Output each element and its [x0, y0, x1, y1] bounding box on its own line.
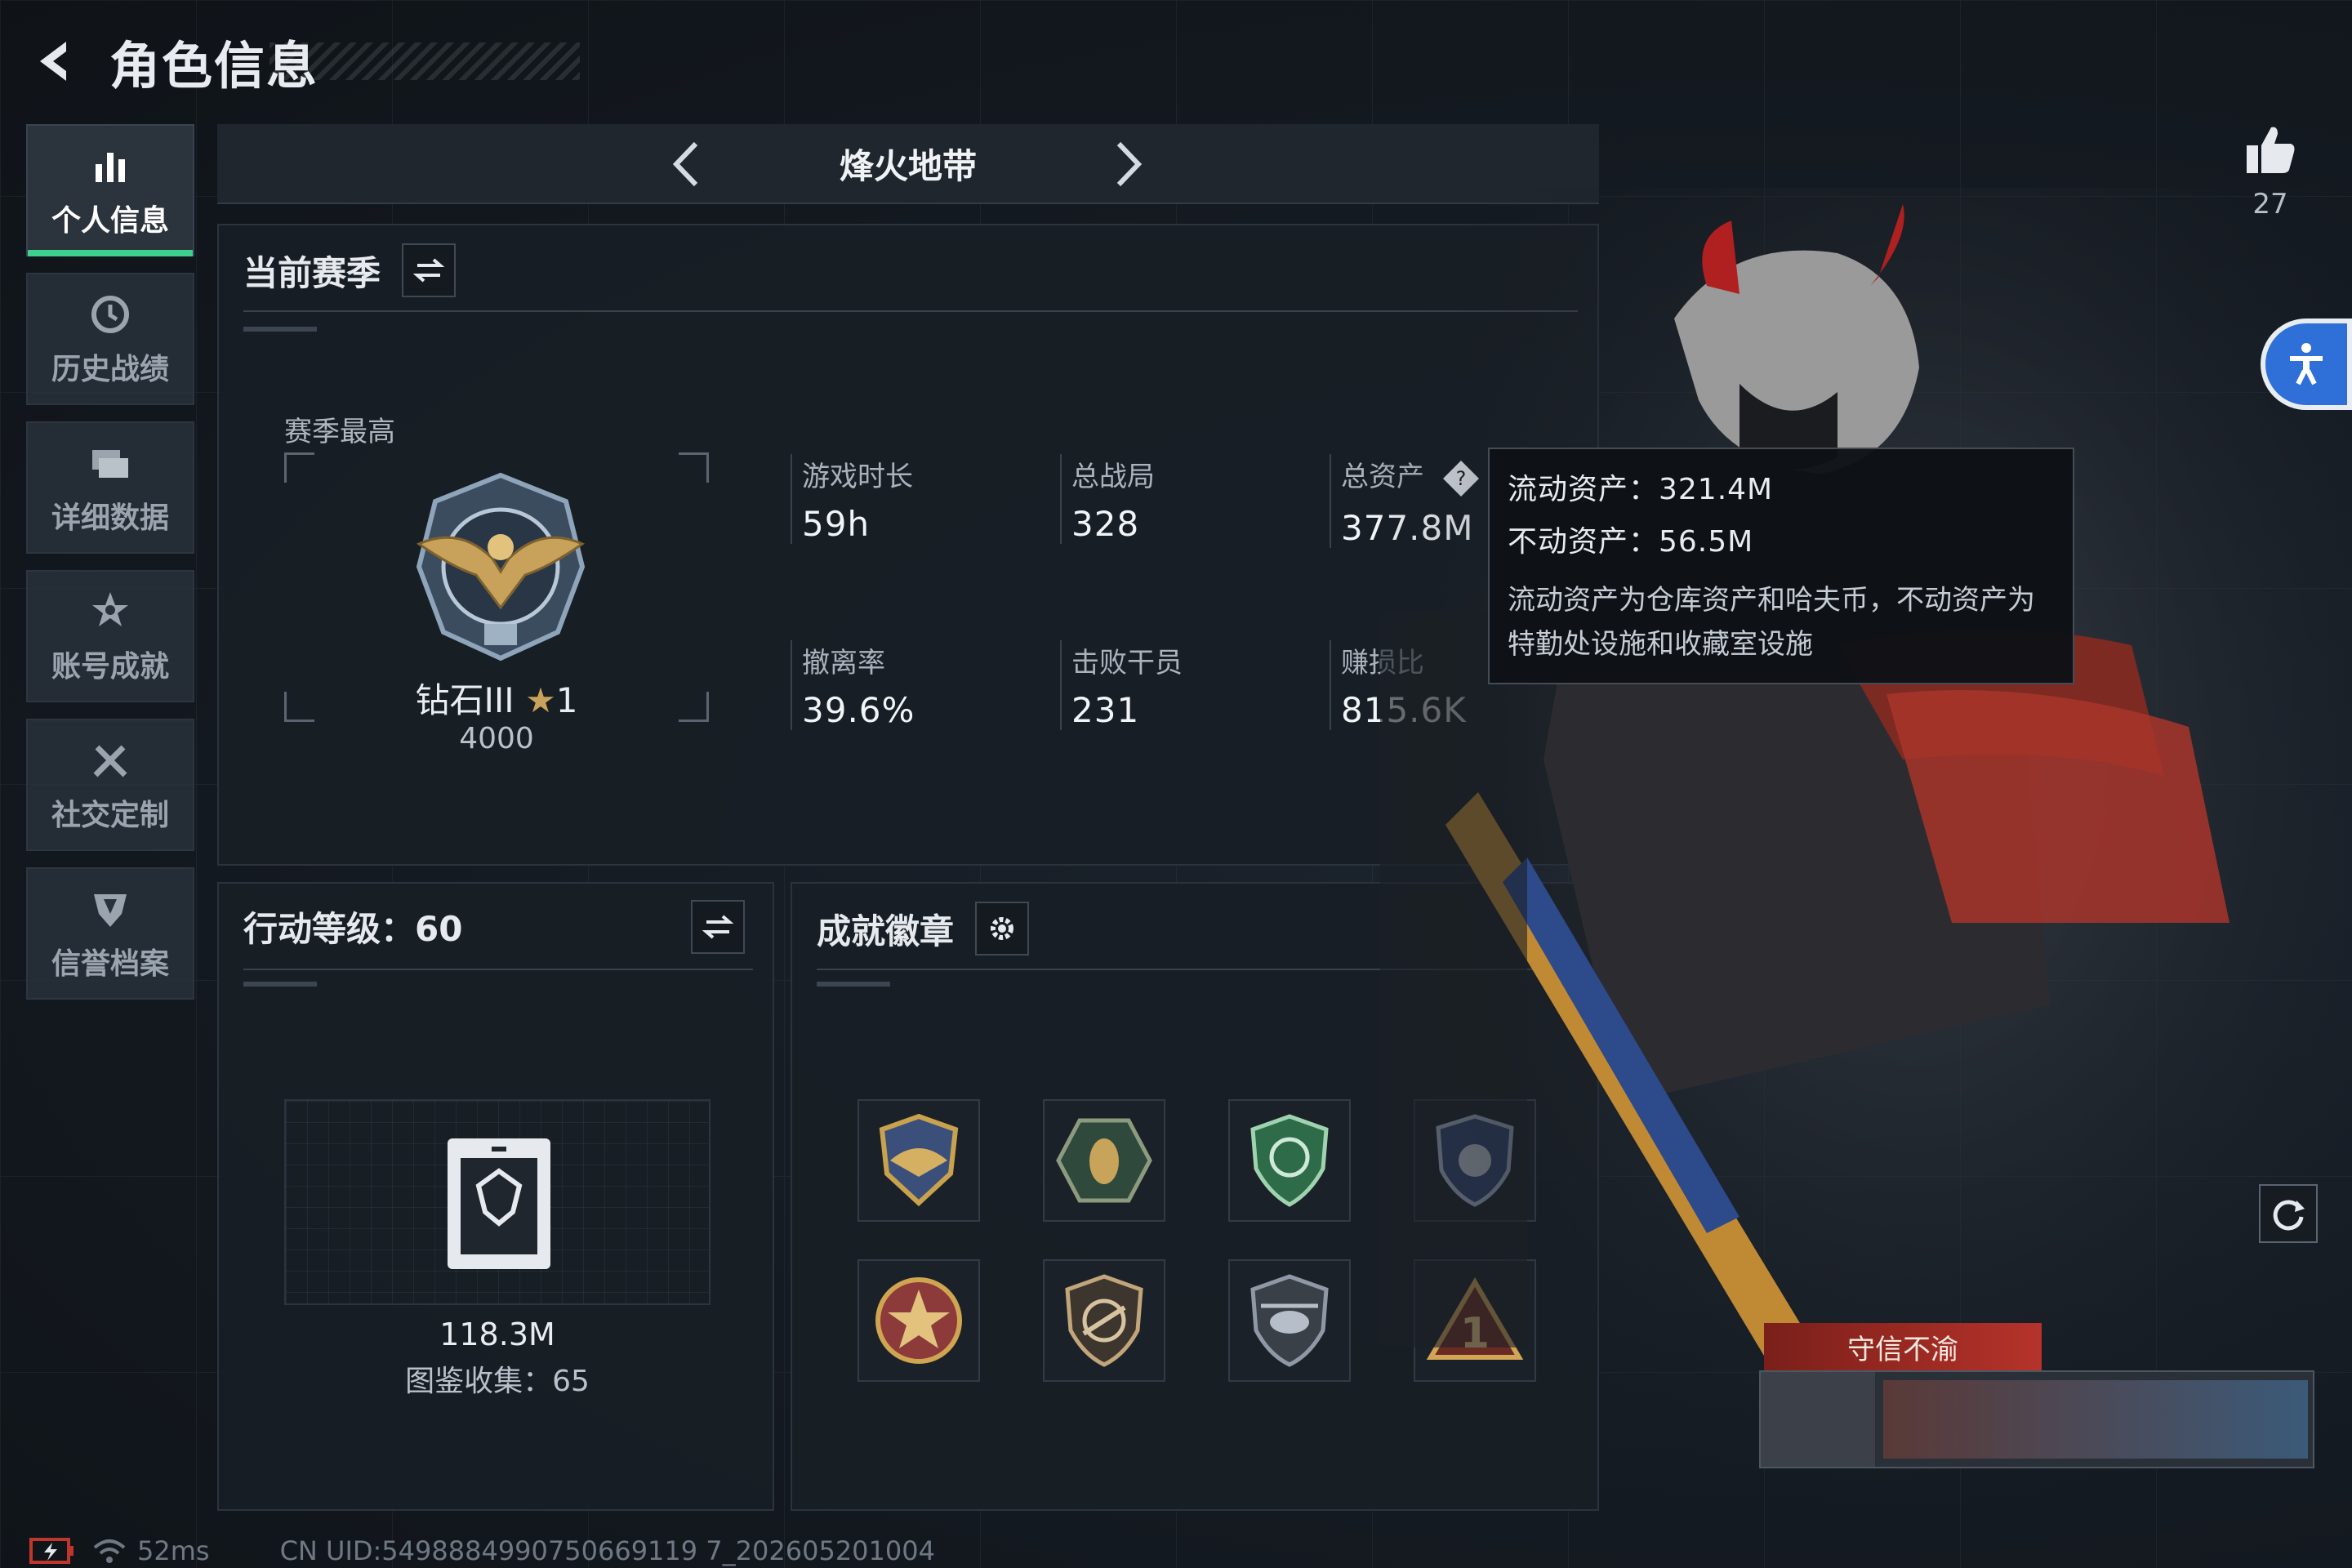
- collection-case-icon: [448, 1138, 550, 1269]
- sidebar-item-label: 个人信息: [51, 204, 169, 238]
- rank-stars: 1: [555, 680, 578, 720]
- rank-score: 4000: [459, 722, 534, 755]
- swap-icon: [412, 258, 445, 283]
- stat-value: 231: [1071, 690, 1140, 730]
- badge-slot[interactable]: [1043, 1259, 1165, 1382]
- action-switch-button[interactable]: [691, 900, 745, 954]
- rank-name-row: 钻石III ★1: [284, 673, 709, 723]
- badge-slot[interactable]: [1228, 1099, 1351, 1222]
- divider-tick: [243, 327, 317, 332]
- sidebar-nav: 个人信息 历史战绩 详细数据 账号成就 社交定制 信誉档案: [26, 124, 194, 1016]
- accessibility-icon: [2290, 343, 2323, 385]
- badge-slot[interactable]: [858, 1099, 980, 1222]
- stat-value: 59h: [802, 504, 871, 544]
- badge-slot[interactable]: [1228, 1259, 1351, 1382]
- card-banner: [1883, 1380, 2308, 1459]
- season-switch-button[interactable]: [402, 243, 457, 297]
- sidebar-item-detail-data[interactable]: 详细数据: [26, 421, 194, 554]
- sidebar-item-credit[interactable]: 信誉档案: [26, 867, 194, 1000]
- fixed-assets: 不动资产：56.5M: [1508, 525, 1754, 559]
- title-tag: 守信不渝: [1764, 1323, 2042, 1370]
- sidebar-item-social[interactable]: 社交定制: [26, 719, 194, 851]
- thumbs-up-icon: [2247, 127, 2295, 173]
- stat-label: 撤离率: [802, 647, 885, 679]
- season-title: 当前赛季: [243, 252, 381, 293]
- back-arrow-icon[interactable]: [24, 33, 82, 90]
- sidebar-item-history[interactable]: 历史战绩: [26, 273, 194, 405]
- wasp-badge-icon: [1056, 1118, 1152, 1203]
- stat-total-matches: 总战局 328: [1060, 454, 1155, 544]
- sidebar-item-label: 账号成就: [51, 650, 169, 684]
- name-card-image[interactable]: [1759, 1370, 2314, 1468]
- bar-chart-icon: [96, 153, 125, 182]
- shield-v-icon: [94, 894, 127, 927]
- stat-value: 328: [1071, 504, 1140, 544]
- collection-value: 118.3M: [439, 1316, 555, 1352]
- tools-icon: [93, 745, 127, 777]
- sidebar-item-label: 信誉档案: [51, 947, 169, 981]
- rank-star-icon: ★: [525, 680, 556, 720]
- helicopter-badge-icon: [1250, 1274, 1329, 1367]
- sidebar-item-label: 详细数据: [51, 501, 169, 535]
- rank-name: 钻石III: [415, 680, 514, 720]
- assets-tooltip: 流动资产：321.4M 不动资产：56.5M 流动资产为仓库资产和哈夫币，不动资…: [1488, 448, 2074, 684]
- title-decoration: [270, 42, 580, 80]
- rotate-model-button[interactable]: [2259, 1184, 2318, 1243]
- wifi-icon: [93, 1539, 126, 1563]
- eagle-badge-icon: [879, 1113, 959, 1207]
- like-widget[interactable]: 27: [2238, 121, 2303, 220]
- card-portrait: [1761, 1372, 1875, 1467]
- badge-slot[interactable]: [1043, 1099, 1165, 1222]
- accessibility-button[interactable]: [2261, 318, 2352, 410]
- stat-play-time: 游戏时长 59h: [791, 454, 913, 544]
- sidebar-item-label: 历史战绩: [51, 353, 169, 386]
- chevron-right-icon[interactable]: [1099, 136, 1156, 193]
- folders-icon: [92, 450, 128, 478]
- collection-display[interactable]: [284, 1099, 710, 1305]
- chevron-left-icon[interactable]: [658, 136, 715, 193]
- battery-icon: [29, 1538, 74, 1564]
- status-footer: 52ms CN UID:5498884990750669119 7_202605…: [29, 1535, 935, 1566]
- badges-settings-button[interactable]: [975, 902, 1030, 956]
- badge-slot[interactable]: [858, 1259, 980, 1382]
- rifle-badge-icon: [1065, 1274, 1143, 1367]
- stat-extract-rate: 撤离率 39.6%: [791, 640, 915, 730]
- stat-label: 总战局: [1071, 461, 1155, 493]
- stat-value: 39.6%: [802, 690, 915, 730]
- uid-text: CN UID:5498884990750669119 7_20260520100…: [279, 1535, 935, 1566]
- ping-value: 52ms: [137, 1535, 210, 1566]
- mode-title: 烽火地带: [839, 145, 977, 186]
- stat-label: 击败干员: [1071, 647, 1183, 679]
- swap-icon: [702, 915, 734, 939]
- assets-description: 流动资产为仓库资产和哈夫币，不动资产为特勤处设施和收藏室设施: [1508, 584, 2035, 661]
- action-level-title: 行动等级：60: [243, 909, 463, 949]
- page-header: 角色信息: [24, 24, 580, 98]
- diamond-rank-emblem-icon: [416, 472, 586, 662]
- star-gear-icon: [92, 592, 128, 626]
- like-count: 27: [2252, 188, 2288, 220]
- clock-icon: [91, 296, 129, 333]
- sidebar-item-achievements[interactable]: 账号成就: [26, 570, 194, 702]
- divider: [243, 310, 1578, 312]
- season-best-label: 赛季最高: [284, 416, 395, 448]
- stat-kills: 击败干员 231: [1060, 640, 1183, 730]
- gear-icon: [991, 917, 1014, 940]
- badges-title: 成就徽章: [817, 911, 955, 951]
- sidebar-item-personal-info[interactable]: 个人信息: [26, 124, 194, 256]
- liquid-assets: 流动资产：321.4M: [1508, 473, 1774, 506]
- divider: [243, 969, 753, 970]
- star-medal-badge-icon: [875, 1277, 962, 1364]
- rotate-icon: [2273, 1200, 2305, 1231]
- stat-label: 游戏时长: [802, 461, 913, 493]
- divider-tick: [817, 982, 890, 987]
- divider-tick: [243, 982, 317, 987]
- sidebar-item-label: 社交定制: [51, 799, 169, 832]
- collection-count: 图鉴收集：65: [405, 1365, 590, 1398]
- green-shield-badge-icon: [1250, 1114, 1329, 1207]
- action-level-panel: 行动等级：60 118.3M 图鉴收集：65: [217, 882, 774, 1511]
